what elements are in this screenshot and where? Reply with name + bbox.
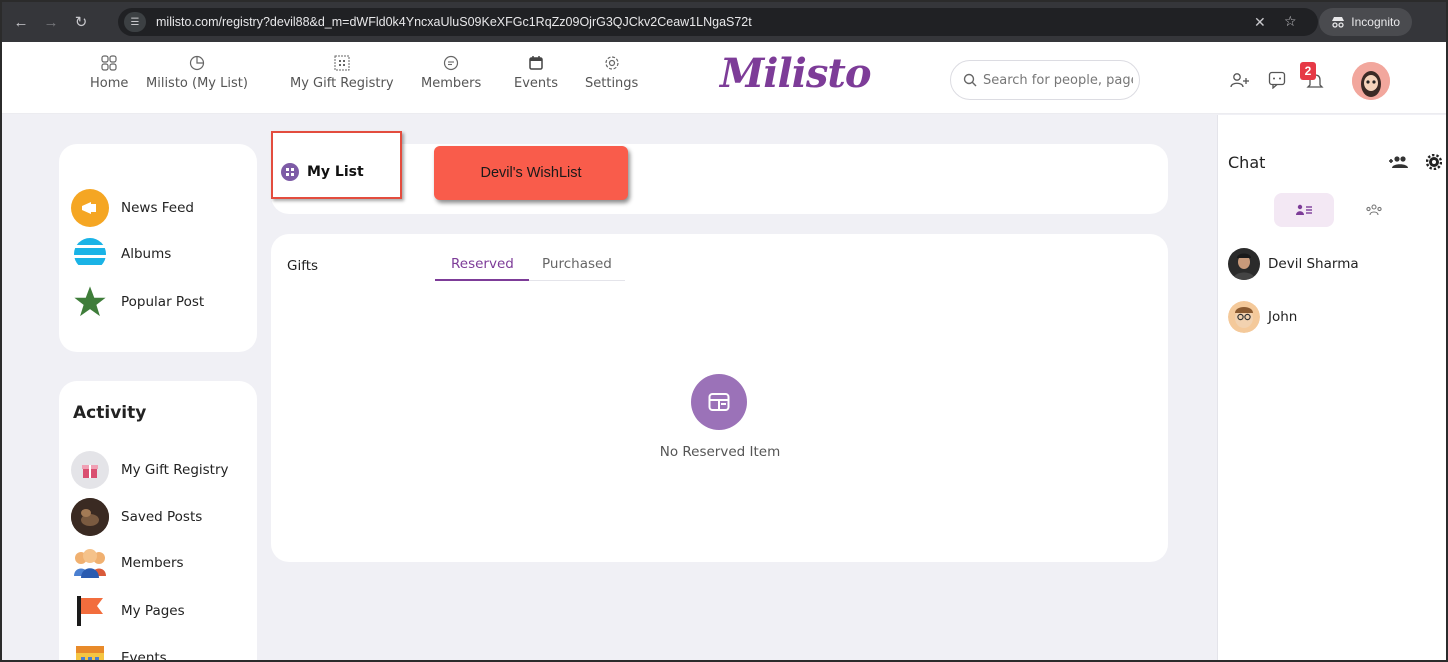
browser-toolbar: ← → ↻ ☰ milisto.com/registry?devil88&d_m… [2,2,1446,42]
nav-milisto-label: Milisto (My List) [146,76,248,91]
incognito-badge[interactable]: Incognito [1319,8,1412,36]
flag-icon [71,592,109,630]
sidebar-item-my-pages[interactable]: My Pages [71,592,185,630]
sidebar-item-label: Events [121,650,167,662]
reload-icon[interactable]: ↻ [70,13,92,31]
sidebar-item-label: My Gift Registry [121,462,229,478]
sidebar-item-label: Popular Post [121,294,205,310]
user-avatar [1228,301,1260,333]
app-frame: ← → ↻ ☰ milisto.com/registry?devil88&d_m… [0,0,1448,662]
mylist-header-card [271,144,1168,214]
chat-user-name: Devil Sharma [1268,256,1359,272]
sidebar-item-popular-post[interactable]: Popular Post [71,283,204,321]
nav-events-label: Events [514,76,559,91]
sidebar-item-events[interactable]: Events [71,639,167,662]
calendar-icon [71,639,109,660]
stripes-icon [71,235,109,273]
add-friend-icon[interactable] [1230,72,1250,93]
bookmark-star-icon[interactable]: ☆ [1284,13,1297,30]
eye-off-icon[interactable]: ✕ [1254,14,1266,31]
sidebar-item-label: Saved Posts [121,509,203,525]
qr-grid-icon [333,54,351,72]
tab-reserved[interactable]: Reserved [451,256,514,272]
incognito-icon [1332,17,1345,28]
empty-state-icon [691,374,747,430]
pie-chart-icon [188,54,206,72]
gift-registry-icon [71,451,109,489]
gifts-card: Gifts Reserved Purchased No Reserved Ite… [271,234,1168,562]
nav-my-gift-registry[interactable]: My Gift Registry [290,54,394,91]
chat-user-name: John [1268,309,1298,325]
list-grid-icon [281,163,299,181]
messages-icon[interactable] [1268,71,1286,94]
nav-home[interactable]: Home [90,54,128,91]
sidebar-shortcuts-card: News Feed Albums Popular Post [59,144,257,352]
chat-tab-groups[interactable] [1344,193,1404,227]
tab-purchased[interactable]: Purchased [542,256,612,272]
user-avatar[interactable] [1352,62,1390,100]
nav-events[interactable]: Events [514,54,558,91]
empty-state-message: No Reserved Item [659,444,781,460]
incognito-label: Incognito [1351,15,1400,29]
star-icon [71,283,109,321]
gear-icon [603,54,621,72]
my-list-tab[interactable]: My List [271,131,402,199]
sidebar-item-label: My Pages [121,603,185,619]
activity-heading: Activity [73,403,147,423]
back-arrow-icon[interactable]: ← [10,14,32,31]
nav-gift-registry-label: My Gift Registry [290,76,394,91]
sidebar-activity-card: Activity My Gift Registry Saved Posts Me… [59,381,257,662]
milisto-logo[interactable]: Milisto [720,50,872,97]
sidebar-item-albums[interactable]: Albums [71,235,171,273]
chat-user-john[interactable]: John [1228,301,1297,333]
sidebar-item-saved-posts[interactable]: Saved Posts [71,498,202,536]
chat-bubble-icon [442,54,460,72]
devils-wishlist-button[interactable]: Devil's WishList [434,146,628,200]
contacts-list-icon [1296,204,1312,215]
chat-title: Chat [1228,153,1266,172]
search-input[interactable] [983,72,1133,88]
nav-members[interactable]: Members [421,54,481,91]
nav-settings-label: Settings [585,76,639,91]
members-icon [71,544,109,582]
chat-panel: Chat Devil Sharma John [1217,115,1446,660]
group-icon [1366,204,1382,216]
sidebar-item-label: Albums [121,246,172,262]
site-settings-icon[interactable]: ☰ [124,12,146,32]
megaphone-icon [71,189,109,227]
sidebar-item-label: News Feed [121,200,194,216]
active-tab-indicator [435,279,529,281]
sidebar-item-news-feed[interactable]: News Feed [71,189,194,227]
search-icon [963,73,977,87]
saved-posts-icon [71,498,109,536]
chat-tab-contacts[interactable] [1274,193,1334,227]
chat-user-devil-sharma[interactable]: Devil Sharma [1228,248,1359,280]
gifts-label: Gifts [287,258,319,274]
my-list-label: My List [307,164,364,180]
user-avatar [1228,248,1260,280]
grid-icon [100,54,118,72]
calendar-icon [527,54,545,72]
chat-settings-gear-icon[interactable] [1425,153,1443,175]
url-text[interactable]: milisto.com/registry?devil88&d_m=dWFld0k… [156,15,752,29]
add-group-icon[interactable] [1388,155,1410,174]
nav-settings[interactable]: Settings [585,54,638,91]
sidebar-item-my-gift-registry[interactable]: My Gift Registry [71,451,229,489]
forward-arrow-icon[interactable]: → [40,14,62,31]
address-bar[interactable]: ☰ milisto.com/registry?devil88&d_m=dWFld… [118,8,1318,36]
sidebar-item-members[interactable]: Members [71,544,184,582]
search-box[interactable] [950,60,1140,100]
notification-badge: 2 [1300,62,1316,80]
nav-milisto-my-list[interactable]: Milisto (My List) [146,54,248,91]
sidebar-item-label: Members [121,555,184,571]
app-header: Home Milisto (My List) My Gift Registry … [2,42,1446,114]
nav-home-label: Home [90,76,129,91]
nav-members-label: Members [421,76,482,91]
